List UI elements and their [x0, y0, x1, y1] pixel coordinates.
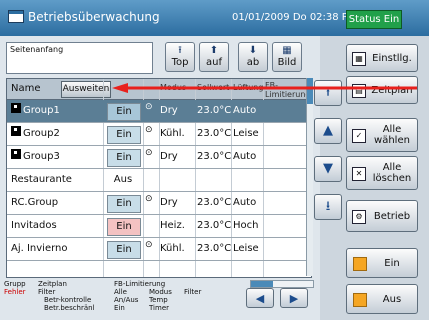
- temp-value: 23.0°C: [197, 151, 232, 162]
- off-indicator-icon: [353, 293, 367, 307]
- onoff-toggle[interactable]: Ein: [107, 195, 141, 213]
- temp-value: 23.0°C: [197, 105, 232, 116]
- top-button[interactable]: ⭱ Top: [165, 42, 195, 72]
- onoff-toggle[interactable]: Aus: [107, 172, 139, 188]
- legend-operation-limit: Betr.beschränl: [44, 304, 95, 312]
- table-row[interactable]: Invitados Ein Heiz. 23.0°C Hoch: [7, 215, 311, 238]
- group-icon: [11, 126, 21, 136]
- right-arrow-icon: ▶: [289, 292, 299, 305]
- table-row[interactable]: Aj. Invierno Ein ⊙ Kühl. 23.0°C Leise: [7, 238, 311, 261]
- window-icon: [8, 10, 24, 23]
- legend-temp: Temp: [149, 296, 168, 304]
- up-arrow-icon: ▲: [323, 123, 333, 138]
- horizontal-scrollbar[interactable]: [250, 280, 314, 288]
- fan-value: Auto: [233, 197, 257, 208]
- on-button[interactable]: Ein: [346, 248, 418, 278]
- onoff-toggle[interactable]: Ein: [107, 218, 141, 236]
- schedule-icon: ⊙: [145, 125, 153, 135]
- temp-value: 23.0°C: [197, 128, 232, 139]
- onoff-toggle[interactable]: Ein: [107, 126, 141, 144]
- scroll-right-button[interactable]: ▶: [280, 288, 308, 308]
- mode-value: Dry: [160, 105, 178, 116]
- schedule-icon: ⊙: [145, 102, 153, 112]
- select-all-button[interactable]: ✓ Alle wählen: [346, 118, 418, 152]
- datetime-display: 01/01/2009 Do 02:38 PM: [232, 12, 357, 23]
- fan-value: Leise: [233, 243, 259, 254]
- fan-value: Hoch: [233, 220, 259, 231]
- legend-filter: Filter: [38, 288, 56, 296]
- legend-operation-control: Betr-kontrolle: [44, 296, 92, 304]
- left-arrow-icon: ◀: [255, 292, 265, 305]
- group-icon: [11, 149, 21, 159]
- temp-value: 23.0°C: [197, 220, 232, 231]
- up-button[interactable]: ⬆ auf: [199, 42, 229, 72]
- legend-error: Fehler: [4, 288, 26, 296]
- temp-value: 23.0°C: [197, 243, 232, 254]
- fan-value: Auto: [233, 105, 257, 116]
- table-row[interactable]: Group2 Ein ⊙ Kühl. 23.0°C Leise: [7, 123, 311, 146]
- mode-value: Dry: [160, 151, 178, 162]
- select-all-icon: ✓: [352, 129, 366, 143]
- legend-all: Alle: [114, 288, 127, 296]
- table-row[interactable]: Group1 Ein ⊙ Dry 23.0°C Auto: [7, 100, 311, 123]
- settings-button[interactable]: ▦ Einstllg.: [346, 44, 418, 72]
- up-arrow-icon: ⬆: [209, 45, 219, 56]
- clear-all-button[interactable]: ✕ Alle löschen: [346, 156, 418, 190]
- legend-schedule: Zeitplan: [38, 280, 67, 288]
- fan-value: Auto: [233, 151, 257, 162]
- legend-filter2: Filter: [184, 288, 202, 296]
- legend-timer: Timer: [149, 304, 170, 312]
- legend-mode: Modus: [149, 288, 172, 296]
- group-table: Name Ausweiten Modus Sollwert Lüftung FB…: [6, 78, 312, 278]
- home-page-field[interactable]: Seitenanfang: [6, 42, 153, 74]
- operation-button[interactable]: ⚙ Betrieb: [346, 200, 418, 232]
- schedule-icon: ⊙: [145, 240, 153, 250]
- legend-on: Ein: [114, 304, 125, 312]
- down-button[interactable]: ⬇ ab: [238, 42, 268, 72]
- scroll-up-button[interactable]: ▲: [314, 118, 342, 144]
- group-icon: [11, 103, 21, 113]
- scroll-down-button[interactable]: ▼: [314, 156, 342, 182]
- table-row[interactable]: RC.Group Ein ⊙ Dry 23.0°C Auto: [7, 192, 311, 215]
- annotation-arrow: [112, 83, 417, 93]
- main-panel: Seitenanfang ⭱ Top ⬆ auf ⬇ ab ▦ Bild Nam…: [0, 36, 320, 320]
- clear-all-icon: ✕: [352, 167, 366, 181]
- on-indicator-icon: [353, 257, 367, 271]
- status-badge: Status Ein: [346, 10, 402, 29]
- operation-icon: ⚙: [352, 210, 366, 224]
- settings-icon: ▦: [352, 52, 366, 66]
- table-row[interactable]: Group3 Ein ⊙ Dry 23.0°C Auto: [7, 146, 311, 169]
- vertical-scrollbar[interactable]: [306, 78, 313, 276]
- window-title: Betriebsüberwachung: [28, 10, 160, 24]
- mode-value: Kühl.: [160, 243, 185, 254]
- legend-on-off: An/Aus: [114, 296, 139, 304]
- onoff-toggle[interactable]: Ein: [107, 241, 141, 259]
- onoff-toggle[interactable]: Ein: [107, 103, 141, 121]
- legend-group: Grupp: [4, 280, 26, 288]
- grid-icon: ▦: [282, 45, 292, 56]
- legend-fb-limit: FB-Limitierung: [114, 280, 166, 288]
- name-column-header: Name: [11, 83, 41, 94]
- top-arrow-icon: ⭱: [178, 45, 182, 56]
- temp-value: 23.0°C: [197, 197, 232, 208]
- fan-value: Leise: [233, 128, 259, 139]
- mode-value: Heiz.: [160, 220, 185, 231]
- down-arrow-icon: ⬇: [248, 45, 258, 56]
- mode-value: Dry: [160, 197, 178, 208]
- onoff-toggle[interactable]: Ein: [107, 149, 141, 167]
- bottom-arrow-icon: ⭳: [325, 199, 331, 214]
- scroll-bottom-button[interactable]: ⭳: [314, 194, 342, 220]
- mode-value: Kühl.: [160, 128, 185, 139]
- off-button[interactable]: Aus: [346, 284, 418, 314]
- schedule-icon: ⊙: [145, 194, 153, 204]
- scroll-left-button[interactable]: ◀: [246, 288, 274, 308]
- picture-button[interactable]: ▦ Bild: [272, 42, 302, 72]
- down-arrow-icon: ▼: [323, 161, 333, 176]
- schedule-icon: ⊙: [145, 148, 153, 158]
- table-row[interactable]: Restaurante Aus: [7, 169, 311, 192]
